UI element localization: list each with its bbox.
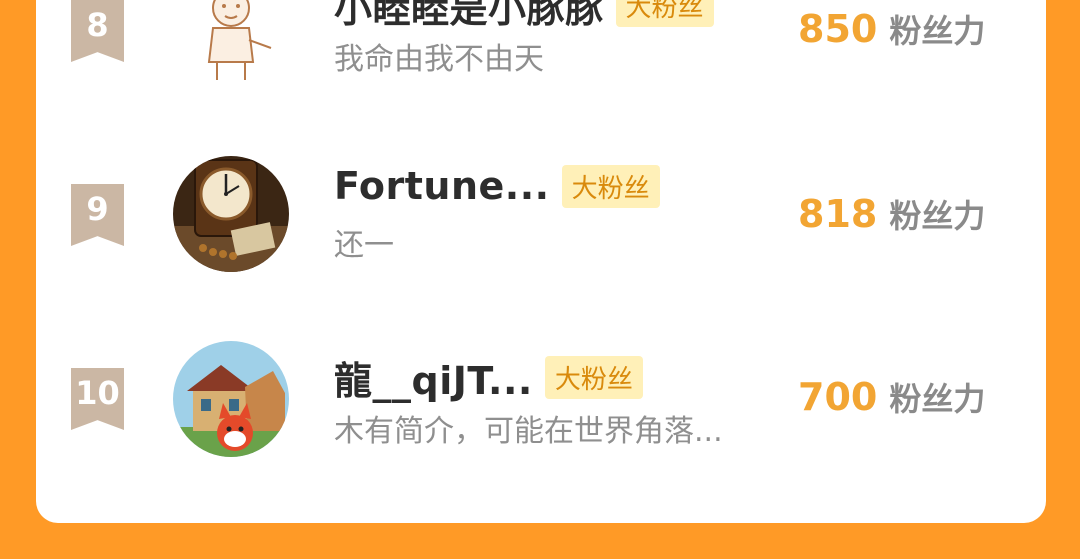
fan-name[interactable]: Fortune... <box>334 164 550 208</box>
fan-level-badge: 大粉丝 <box>561 164 660 208</box>
list-item[interactable]: 10 龍__qiJT... 大粉丝 木有简介，可能在世界角落... 700 粉丝… <box>36 0 1046 457</box>
rank-number: 9 <box>86 190 109 228</box>
rank-ribbon-badge: 9 <box>71 184 124 246</box>
fan-level-badge: 大粉丝 <box>544 356 643 399</box>
fan-description: 木有简介，可能在世界角落... <box>334 414 723 449</box>
score-value: 700 <box>798 375 878 419</box>
score-unit: 粉丝力 <box>889 380 986 418</box>
fan-description: 还一 <box>334 228 394 263</box>
cartoon-fox-house-avatar-icon <box>173 341 289 457</box>
score-value: 818 <box>798 192 878 236</box>
score-unit: 粉丝力 <box>889 197 986 235</box>
avatar[interactable] <box>173 341 289 457</box>
fan-ranking-card: 8 小睦睦是小豚豚 大粉丝 我命由我不由天 850 粉丝力 9 Fortune.… <box>36 0 1046 523</box>
avatar[interactable] <box>173 156 289 272</box>
antique-clock-avatar-icon <box>173 156 289 272</box>
fan-score: 818 粉丝力 <box>798 191 985 237</box>
rank-ribbon-badge: 10 <box>71 368 124 430</box>
fan-score: 700 粉丝力 <box>798 374 985 420</box>
rank-number: 10 <box>75 374 120 412</box>
fan-name[interactable]: 龍__qiJT... <box>334 350 533 405</box>
